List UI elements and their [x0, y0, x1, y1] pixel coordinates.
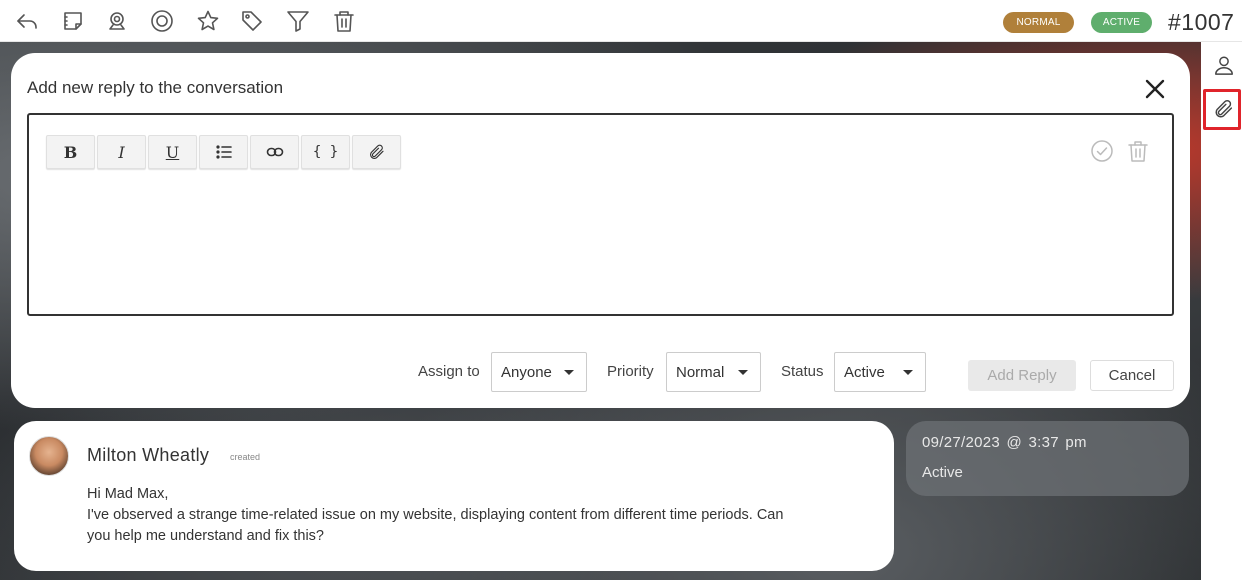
attach-button[interactable]: [352, 135, 401, 169]
attachment-highlight: [1203, 89, 1241, 130]
author-name: Milton Wheatly: [87, 445, 210, 465]
trash-icon[interactable]: [1126, 139, 1150, 163]
bold-button[interactable]: B: [46, 135, 95, 169]
cancel-button[interactable]: Cancel: [1090, 360, 1174, 391]
message-meta: 09/27/2023 @ 3:37 pm Active: [906, 421, 1189, 496]
paperclip-icon: [369, 144, 384, 159]
status-badge: ACTIVE: [1091, 12, 1152, 33]
priority-label: Priority: [607, 363, 654, 380]
message-line: I've observed a strange time-related iss…: [87, 507, 784, 523]
assign-select[interactable]: Anyone: [491, 352, 587, 392]
priority-value: Normal: [676, 363, 725, 381]
message-line: you help me understand and fix this?: [87, 528, 324, 544]
ticket-id: #1007: [1168, 9, 1235, 35]
status-select[interactable]: Active: [834, 352, 926, 392]
assign-value: Anyone: [501, 363, 552, 381]
filter-icon[interactable]: [285, 8, 311, 34]
user-icon[interactable]: [1212, 53, 1236, 77]
reply-modal: Add new reply to the conversation B I U …: [11, 53, 1190, 408]
star-icon[interactable]: [195, 8, 221, 34]
action-label: created: [230, 452, 261, 462]
close-icon[interactable]: [1144, 78, 1166, 100]
code-button[interactable]: { }: [301, 135, 350, 169]
tag-icon[interactable]: [239, 8, 265, 34]
message-status: Active: [922, 464, 963, 481]
target-icon[interactable]: [149, 8, 175, 34]
modal-title: Add new reply to the conversation: [27, 78, 284, 97]
trash-icon[interactable]: [331, 8, 357, 34]
message-line: Hi Mad Max,: [87, 486, 169, 502]
bullet-list-button[interactable]: [199, 135, 248, 169]
italic-button[interactable]: I: [97, 135, 146, 169]
reply-editor[interactable]: B I U { }: [27, 113, 1174, 316]
priority-select[interactable]: Normal: [666, 352, 761, 392]
chevron-down-icon: [903, 370, 913, 375]
avatar[interactable]: [29, 436, 69, 476]
add-reply-button[interactable]: Add Reply: [968, 360, 1076, 391]
link-button[interactable]: [250, 135, 299, 169]
chevron-down-icon: [738, 370, 748, 375]
message-card: Milton Wheatly created Hi Mad Max, I've …: [14, 421, 894, 571]
list-icon: [215, 145, 232, 159]
reply-icon[interactable]: [14, 8, 40, 34]
chevron-down-icon: [564, 370, 574, 375]
webcam-icon[interactable]: [104, 8, 130, 34]
underline-button[interactable]: U: [148, 135, 197, 169]
message-timestamp: 09/27/2023 @ 3:37 pm: [922, 434, 1087, 451]
assign-label: Assign to: [418, 363, 480, 380]
status-value: Active: [844, 363, 885, 381]
link-icon: [266, 147, 283, 157]
check-circle-icon[interactable]: [1090, 139, 1114, 163]
priority-badge: NORMAL: [1003, 12, 1074, 33]
note-icon[interactable]: [60, 8, 86, 34]
top-toolbar: NORMAL ACTIVE #1007: [0, 0, 1242, 42]
status-label: Status: [781, 363, 824, 380]
